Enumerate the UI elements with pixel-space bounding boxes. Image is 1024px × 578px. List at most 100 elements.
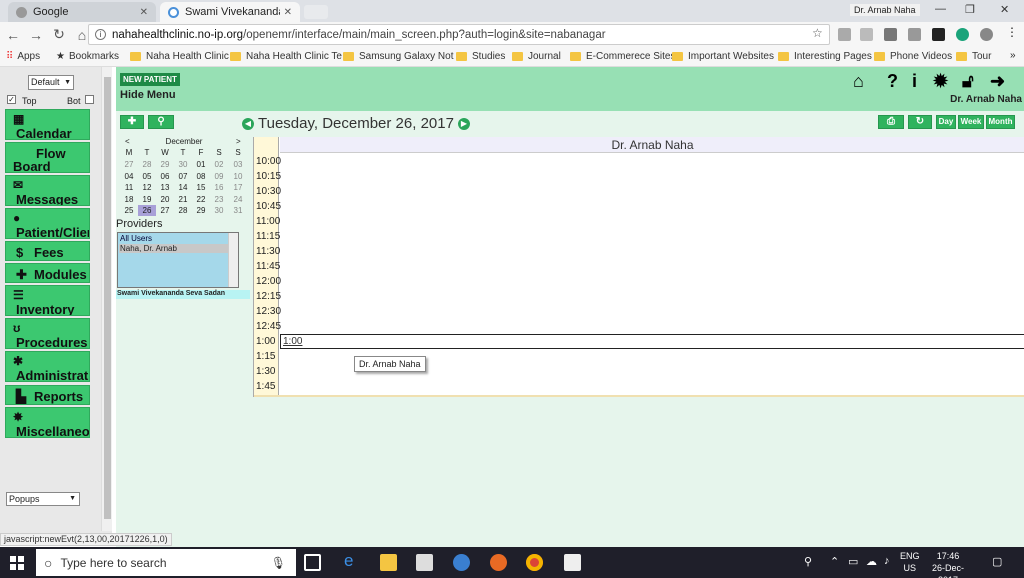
calendar-day[interactable]: 04 <box>120 171 138 182</box>
extension-icon[interactable] <box>860 28 873 41</box>
calendar-day[interactable]: 12 <box>138 182 156 193</box>
bookmark-bookmarks[interactable]: ★ Bookmarks <box>56 51 119 62</box>
bookmark-apps[interactable]: ⠿ Apps <box>6 51 40 62</box>
store-icon[interactable] <box>416 554 433 571</box>
time-label[interactable]: 10:45 <box>256 201 281 212</box>
more-bookmarks-icon[interactable]: » <box>1010 50 1016 61</box>
bookmark-folder[interactable]: Samsung Galaxy Not <box>343 51 454 62</box>
bookmark-folder[interactable]: Naha Health Clinic <box>130 51 229 62</box>
time-slot[interactable]: 1:00 <box>280 334 1024 349</box>
bookmark-folder[interactable]: E-Commerece Sites <box>570 51 675 62</box>
notifications-icon[interactable]: ▢ <box>992 555 1002 568</box>
calendar-day[interactable]: 08 <box>192 171 210 182</box>
extension-icon[interactable] <box>956 28 969 41</box>
calendar-day[interactable]: 18 <box>120 194 138 205</box>
calendar-day[interactable]: 27 <box>120 159 138 170</box>
calendar-day[interactable]: 30 <box>174 159 192 170</box>
task-view-icon[interactable] <box>304 554 321 571</box>
language-indicator[interactable]: ENG US <box>900 550 920 574</box>
next-month-button[interactable]: > <box>236 137 241 146</box>
calendar-day[interactable]: 24 <box>229 194 247 205</box>
calendar-day[interactable]: 22 <box>192 194 210 205</box>
calendar-day[interactable]: 28 <box>174 205 192 216</box>
popups-select[interactable]: Popups <box>6 492 80 506</box>
nav-procedures[interactable]: ʊ Procedures <box>5 318 90 349</box>
calendar-day[interactable]: 03 <box>229 159 247 170</box>
providers-list[interactable]: All Users Naha, Dr. Arnab <box>117 232 239 288</box>
calendar-day[interactable]: 27 <box>156 205 174 216</box>
calendar-day[interactable]: 05 <box>138 171 156 182</box>
search-button[interactable]: ⚲ <box>148 115 174 129</box>
calendar-day[interactable]: 30 <box>210 205 228 216</box>
calendar-day[interactable]: 28 <box>138 159 156 170</box>
time-label[interactable]: 11:45 <box>256 261 280 272</box>
edge-icon[interactable]: e <box>344 551 361 570</box>
info-icon[interactable]: i <box>95 29 106 40</box>
new-event-link[interactable]: 1:00 <box>283 336 302 347</box>
bookmark-folder[interactable]: Studies <box>456 51 505 62</box>
new-patient-button[interactable]: NEW PATIENT <box>120 73 180 86</box>
window-close-icon[interactable]: ✕ <box>1000 3 1009 16</box>
bot-checkbox[interactable] <box>85 95 94 104</box>
time-label[interactable]: 10:00 <box>256 156 281 167</box>
nav-inventory[interactable]: ☰ Inventory <box>5 285 90 316</box>
microphone-icon[interactable]: 🎙︎ <box>271 556 286 570</box>
file-explorer-icon[interactable] <box>380 554 397 571</box>
left-nav-scrollbar[interactable] <box>101 67 112 531</box>
add-event-button[interactable]: ✚ <box>120 115 144 129</box>
calendar-day[interactable]: 25 <box>120 205 138 216</box>
providers-scrollbar[interactable] <box>228 233 238 287</box>
home-icon[interactable]: ⌂ <box>853 71 864 92</box>
calendar-day[interactable]: 19 <box>138 194 156 205</box>
taskbar-search[interactable]: ○ Type here to search 🎙︎ <box>36 549 296 576</box>
day-view-button[interactable]: Day <box>936 115 956 129</box>
bookmark-folder[interactable]: Important Websites <box>672 51 774 62</box>
bookmark-star-icon[interactable]: ☆ <box>812 26 823 40</box>
nav-messages[interactable]: ✉ Messages <box>5 175 90 206</box>
time-label[interactable]: 12:00 <box>256 276 281 287</box>
extension-icon[interactable] <box>932 28 945 41</box>
gear-icon[interactable]: ✹ <box>933 71 948 92</box>
extension-icon[interactable] <box>884 28 897 41</box>
skype-icon[interactable] <box>838 28 851 41</box>
calendar-day[interactable]: 02 <box>210 159 228 170</box>
minimize-icon[interactable]: — <box>935 3 946 15</box>
provider-option[interactable]: All Users <box>119 234 230 243</box>
tab-openemr[interactable]: Swami Vivekananda Seva ✕ <box>160 2 300 22</box>
hide-menu-link[interactable]: Hide Menu <box>120 89 176 101</box>
refresh-button[interactable]: ↻ <box>908 115 932 129</box>
provider-option[interactable]: Naha, Dr. Arnab <box>119 244 230 253</box>
wifi-icon[interactable]: ☁ <box>866 555 877 568</box>
close-icon[interactable]: ✕ <box>284 7 292 18</box>
unlock-icon[interactable]: 🔓︎ <box>962 71 974 92</box>
calendar-day[interactable]: 11 <box>120 182 138 193</box>
calendar-day[interactable]: 31 <box>229 205 247 216</box>
calendar-day[interactable]: 20 <box>156 194 174 205</box>
scroll-thumb[interactable] <box>104 77 111 519</box>
time-label[interactable]: 1:00 <box>256 336 275 347</box>
calendar-day[interactable]: 17 <box>229 182 247 193</box>
bookmark-folder[interactable]: Tour <box>956 51 991 62</box>
prev-day-icon[interactable]: ◀ <box>242 117 254 130</box>
month-view-button[interactable]: Month <box>986 115 1015 129</box>
volume-icon[interactable]: ♪ <box>884 555 890 567</box>
calendar-day[interactable]: 26 <box>138 205 156 216</box>
app-icon[interactable] <box>453 554 470 571</box>
address-bar[interactable]: i nahahealthclinic.no-ip.org/openemr/int… <box>88 24 830 45</box>
calendar-day[interactable]: 06 <box>156 171 174 182</box>
top-checkbox[interactable]: ✓ <box>7 95 16 104</box>
next-day-icon[interactable]: ▶ <box>457 117 470 130</box>
nav-administration[interactable]: ✱Administration <box>5 351 90 382</box>
calendar-day[interactable]: 29 <box>192 205 210 216</box>
time-label[interactable]: 12:15 <box>256 291 281 302</box>
calendar-day[interactable]: 10 <box>229 171 247 182</box>
time-label[interactable]: 10:30 <box>256 186 281 197</box>
logout-icon[interactable]: ➜ <box>990 71 1005 92</box>
time-label[interactable]: 11:15 <box>256 231 280 242</box>
nav-miscellaneous[interactable]: ✸Miscellaneous <box>5 407 90 438</box>
calendar-day[interactable]: 21 <box>174 194 192 205</box>
layout-select[interactable]: Default <box>28 75 74 90</box>
nav-modules[interactable]: ✚ Modules <box>5 263 90 283</box>
nav-reports[interactable]: ▙ Reports <box>5 385 90 405</box>
new-tab-button[interactable] <box>304 5 328 19</box>
